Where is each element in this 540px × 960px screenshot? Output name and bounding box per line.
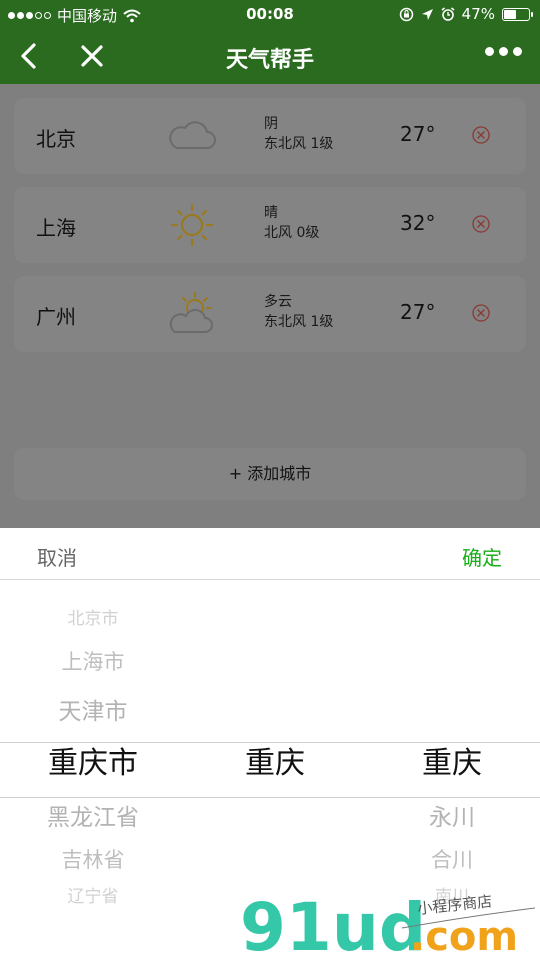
watermark-logo: 91ud .com 小程序商店 (240, 889, 536, 960)
partly-cloudy-icon (169, 292, 213, 333)
city-name: 北京 (36, 127, 76, 151)
delete-icon[interactable] (471, 214, 491, 234)
confirm-button[interactable]: 确定 (462, 542, 502, 571)
city-name: 广州 (36, 305, 76, 329)
battery-icon (502, 7, 533, 21)
sunny-icon (170, 203, 214, 247)
location-arrow-icon (421, 8, 433, 20)
cloudy-icon (169, 121, 216, 149)
add-city-button[interactable]: + 添加城市 (14, 448, 526, 500)
wind-info: 东北风 1级 (264, 314, 334, 330)
picker-selected-option[interactable]: 重庆市 (0, 738, 186, 782)
svg-text:91ud: 91ud (240, 889, 426, 960)
picker-option[interactable]: 北京市 (0, 604, 186, 629)
picker-option[interactable]: 天津市 (0, 692, 186, 726)
picker-option[interactable]: 黑龙江省 (0, 798, 186, 832)
delete-icon[interactable] (471, 125, 491, 145)
weather-condition: 多云 (264, 294, 292, 310)
picker-toolbar: 取消 确定 (0, 528, 540, 580)
picker-option[interactable]: 永川 (364, 798, 540, 832)
temperature: 27° (400, 300, 436, 324)
svg-text:.com: .com (410, 914, 518, 960)
temperature: 27° (400, 122, 436, 146)
cancel-button[interactable]: 取消 (37, 542, 77, 571)
modal-overlay[interactable]: 北京 阴 东北风 1级 27° 上海 晴 北风 0级 32° 广州 多云 东北风… (0, 84, 540, 528)
city-card[interactable]: 上海 晴 北风 0级 32° (14, 187, 526, 263)
more-dots-icon[interactable] (485, 47, 522, 56)
orientation-lock-icon (399, 7, 413, 21)
picker-option[interactable]: 辽宁省 (0, 882, 186, 907)
picker-option[interactable]: 上海市 (0, 646, 186, 676)
nav-bar: 天气帮手 (0, 28, 540, 84)
district-column[interactable]: 重庆 永川 合川 南川 (364, 580, 540, 910)
wind-info: 北风 0级 (264, 225, 320, 241)
picker-selected-option[interactable]: 重庆 (186, 738, 364, 782)
wind-info: 东北风 1级 (264, 136, 334, 152)
city-column[interactable]: 重庆 (186, 580, 364, 910)
alarm-icon (441, 7, 455, 21)
picker-option[interactable]: 吉林省 (0, 844, 186, 874)
weather-condition: 阴 (264, 116, 278, 132)
page-title: 天气帮手 (225, 48, 314, 73)
picker-option[interactable]: 合川 (364, 844, 540, 874)
picker-selected-option[interactable]: 重庆 (364, 738, 540, 782)
city-name: 上海 (36, 216, 76, 240)
city-card[interactable]: 北京 阴 东北风 1级 27° (14, 98, 526, 174)
temperature: 32° (400, 211, 436, 235)
status-bar: 中国移动 00:08 47% (0, 0, 540, 28)
province-column[interactable]: 天津市 上海市 北京市重庆市黑龙江省吉林省辽宁省 (0, 580, 186, 910)
battery-percent: 47% (461, 5, 495, 23)
weather-condition: 晴 (264, 205, 278, 221)
delete-icon[interactable] (471, 303, 491, 323)
city-card[interactable]: 广州 多云 东北风 1级 27° (14, 276, 526, 352)
